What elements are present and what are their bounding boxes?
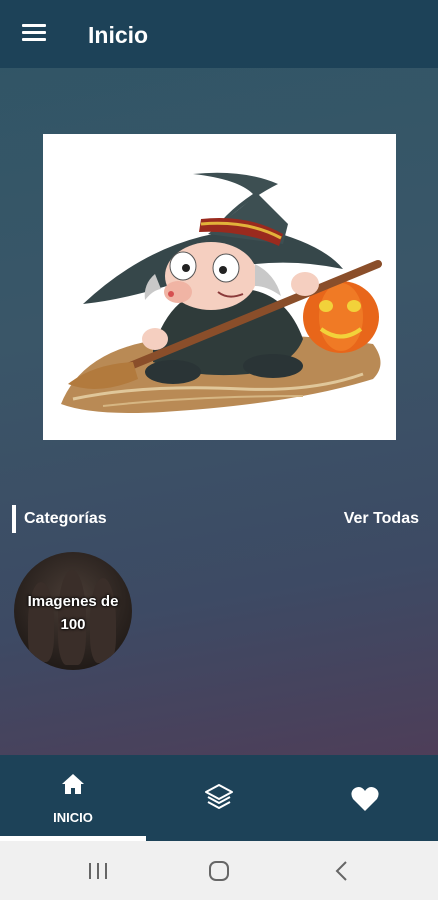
categories-title: Categorías: [24, 510, 107, 527]
home-circle-icon[interactable]: [204, 856, 234, 886]
nav-tab-home-label: INICIO: [53, 810, 93, 825]
layers-icon: [205, 784, 233, 809]
recents-icon[interactable]: [83, 856, 113, 886]
page-title: Inicio: [88, 22, 149, 48]
hamburger-menu-icon[interactable]: [22, 24, 46, 44]
category-item[interactable]: Imagenes de 100: [14, 552, 132, 670]
back-icon[interactable]: [327, 856, 357, 886]
witch-figurine-illustration: [61, 172, 382, 413]
nav-tab-categories[interactable]: [146, 755, 292, 841]
section-accent-bar: [12, 505, 16, 533]
system-navigation-bar: [0, 841, 438, 900]
categories-header: Categorías Ver Todas: [12, 505, 426, 533]
hero-image[interactable]: [43, 134, 396, 440]
app-bar: Inicio: [0, 0, 438, 68]
home-icon: [62, 774, 84, 794]
heart-icon: [351, 787, 379, 811]
nav-tab-favorites[interactable]: [292, 755, 438, 841]
category-label: Imagenes de 100: [27, 593, 119, 633]
bottom-navigation: INICIO: [0, 755, 438, 841]
see-all-link[interactable]: Ver Todas: [344, 510, 419, 528]
nav-tab-home[interactable]: INICIO: [0, 755, 146, 841]
